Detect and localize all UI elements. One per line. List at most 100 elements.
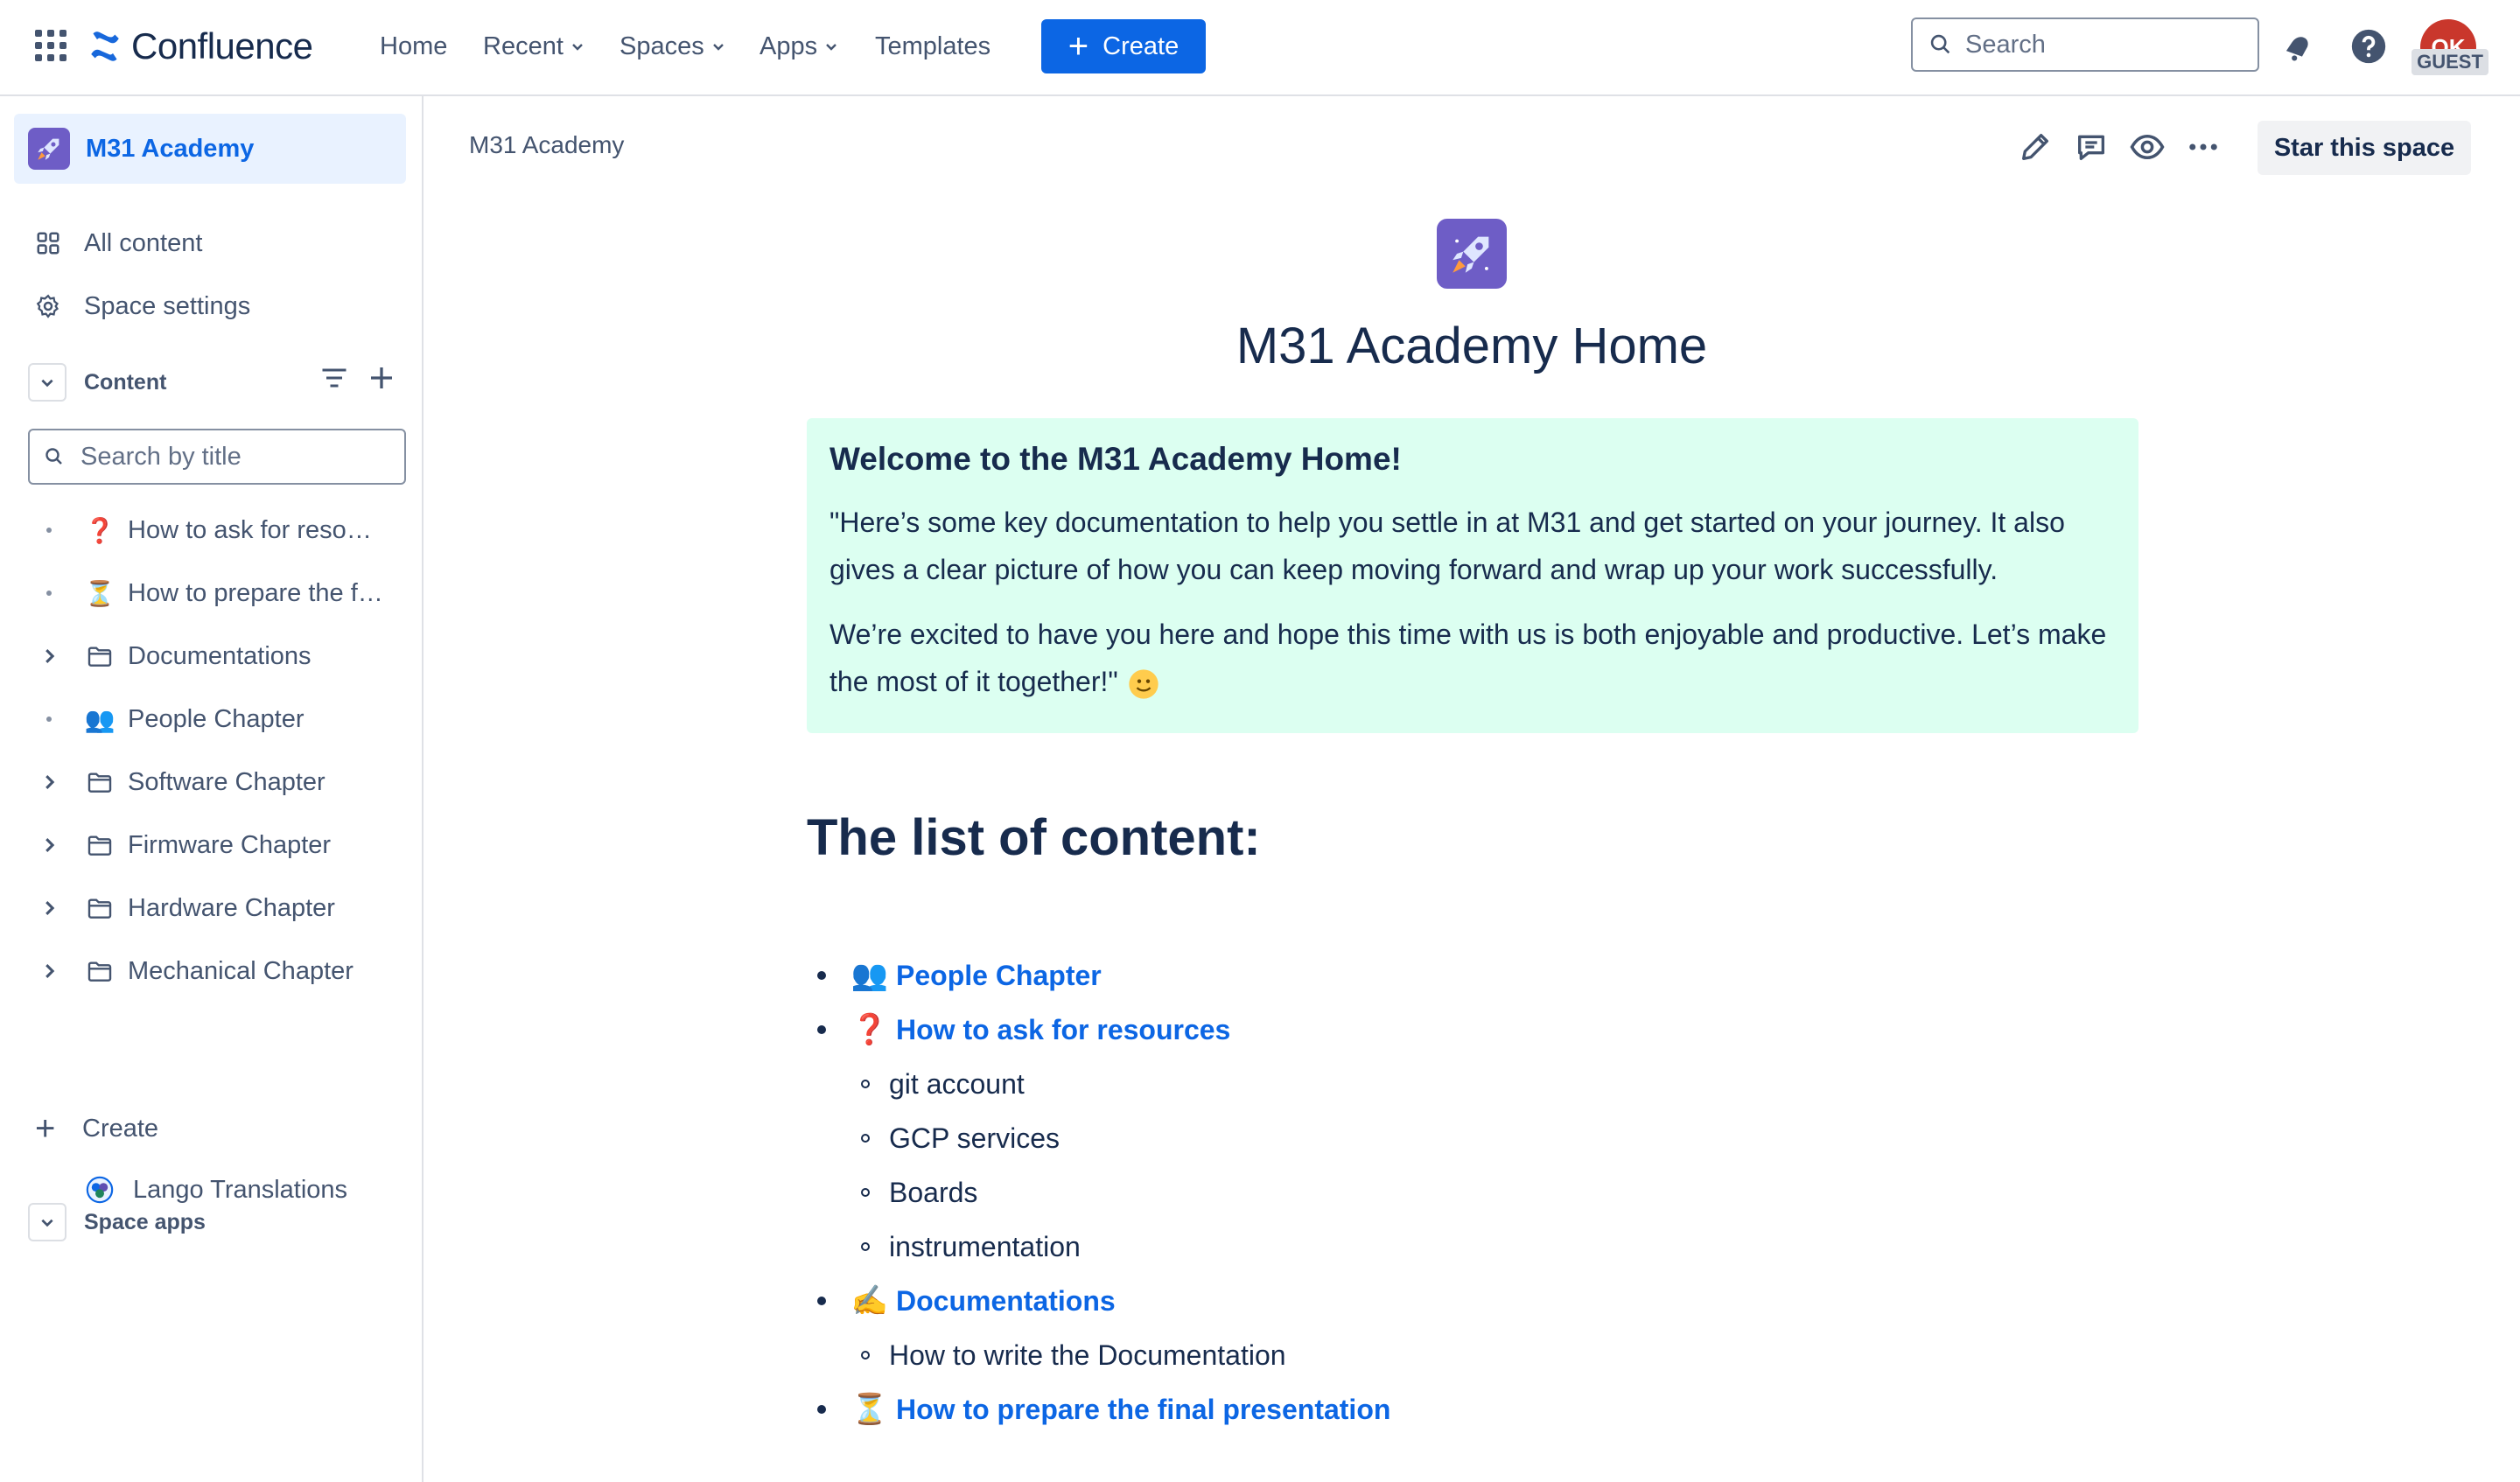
all-content-link[interactable]: All content — [35, 224, 202, 262]
space-name: M31 Academy — [86, 134, 255, 163]
breadcrumb[interactable]: M31 Academy — [469, 131, 624, 159]
list-item-text: Boards — [889, 1176, 978, 1208]
star-space-button[interactable]: Star this space — [2258, 121, 2471, 175]
top-navigation: Confluence Home Recent Spaces Apps Templ… — [0, 0, 2520, 96]
create-button-label: Create — [1102, 31, 1180, 60]
info-panel: Welcome to the M31 Academy Home! "Here’s… — [807, 418, 2138, 733]
tree-item[interactable]: ⏳ How to prepare the f… — [35, 574, 383, 612]
bullet-icon — [861, 1242, 870, 1251]
hourglass-icon: ⏳ — [84, 579, 116, 607]
list-item: instrumentation — [861, 1225, 1081, 1269]
list-item: GCP services — [861, 1116, 1060, 1160]
tree-item-label: How to prepare the f… — [128, 578, 383, 607]
tree-item[interactable]: 👥 People Chapter — [35, 700, 304, 738]
list-item: Boards — [861, 1171, 977, 1214]
folder-icon — [88, 961, 112, 982]
link-how-to-ask-for-resources[interactable]: How to ask for resources — [896, 1014, 1230, 1046]
bullet-icon — [861, 1080, 870, 1088]
panel-paragraph-1: "Here’s some key documentation to help y… — [830, 507, 2065, 585]
watch-eye-icon[interactable] — [2128, 128, 2166, 166]
tree-item[interactable]: Software Chapter — [35, 763, 326, 801]
list-item: 👥 People Chapter — [817, 954, 1102, 997]
rocket-icon — [28, 128, 70, 170]
guest-badge: GUEST — [2412, 49, 2488, 75]
writing-hand-icon: ✍️ — [850, 1284, 889, 1318]
nav-templates[interactable]: Templates — [875, 28, 990, 65]
space-apps-label: Space apps — [84, 1209, 206, 1234]
search-by-title-input[interactable]: Search by title — [28, 429, 406, 485]
more-actions-icon[interactable] — [2184, 128, 2222, 166]
tree-item-label: Mechanical Chapter — [128, 956, 354, 985]
nav-apps[interactable]: Apps — [760, 28, 838, 65]
bullet-icon — [46, 717, 52, 722]
tree-item[interactable]: ❓ How to ask for reso… — [35, 511, 372, 549]
search-input[interactable]: Search — [1911, 17, 2259, 72]
chevron-down-icon — [572, 44, 583, 51]
list-item-text: GCP services — [889, 1122, 1060, 1154]
tree-item-label: People Chapter — [128, 704, 304, 733]
panel-heading: Welcome to the M31 Academy Home! — [830, 441, 1402, 477]
bullet-icon — [46, 591, 52, 596]
chevron-down-icon — [712, 44, 724, 51]
confluence-logo[interactable]: Confluence — [89, 24, 313, 68]
edit-pencil-icon[interactable] — [2016, 128, 2054, 166]
tree-item-label: Hardware Chapter — [128, 893, 335, 922]
folder-icon — [88, 647, 112, 667]
bullet-icon — [46, 528, 52, 533]
sidebar-create-button[interactable]: + Create — [35, 1111, 158, 1146]
notifications-bell-icon[interactable] — [2278, 26, 2319, 66]
tree-item[interactable]: Documentations — [35, 637, 312, 675]
chevron-right-icon[interactable] — [39, 961, 59, 981]
tree-item-label: How to ask for reso… — [128, 515, 372, 544]
hourglass-icon: ⏳ — [850, 1393, 889, 1426]
list-item: ⏳ How to prepare the final presentation — [817, 1388, 1390, 1431]
tree-item-label: Software Chapter — [128, 767, 326, 796]
product-name: Confluence — [131, 25, 313, 66]
list-item: ❓ How to ask for resources — [817, 1008, 1230, 1052]
search-icon — [1930, 34, 1950, 54]
grid-icon — [37, 232, 60, 255]
list-item-text: instrumentation — [889, 1230, 1081, 1262]
link-people-chapter[interactable]: People Chapter — [896, 960, 1102, 992]
folder-icon — [88, 772, 112, 793]
nav-home-label: Home — [380, 31, 448, 60]
panel-paragraph-2-text: We’re excited to have you here and hope … — [830, 619, 2107, 697]
chevron-down-icon[interactable] — [28, 1203, 66, 1241]
people-icon: 👥 — [850, 959, 889, 992]
nav-home[interactable]: Home — [380, 28, 447, 65]
question-mark-icon: ❓ — [84, 516, 116, 544]
tree-item-label: Documentations — [128, 641, 312, 670]
tree-item[interactable]: Mechanical Chapter — [35, 952, 354, 990]
comment-icon[interactable] — [2072, 128, 2110, 166]
tree-item-label: Firmware Chapter — [128, 830, 332, 859]
help-icon[interactable] — [2348, 26, 2389, 66]
list-item-text: git account — [889, 1067, 1025, 1100]
sidebar-create-label: Create — [82, 1114, 159, 1143]
space-header[interactable]: M31 Academy — [14, 114, 406, 184]
app-switcher-icon[interactable] — [35, 30, 66, 61]
create-button[interactable]: + Create — [1041, 19, 1206, 73]
nav-recent[interactable]: Recent — [483, 28, 584, 65]
chevron-right-icon[interactable] — [39, 772, 59, 792]
link-documentations[interactable]: Documentations — [896, 1285, 1116, 1318]
chevron-right-icon[interactable] — [39, 898, 59, 918]
sidebar-app-lango-translations[interactable]: Lango Translations — [84, 1171, 347, 1209]
chevron-right-icon[interactable] — [39, 835, 59, 855]
list-item: git account — [861, 1062, 1025, 1106]
list-item: How to write the Documentation — [861, 1333, 1286, 1377]
confluence-logo-icon — [91, 31, 119, 61]
search-icon — [46, 448, 62, 465]
nav-spaces[interactable]: Spaces — [620, 28, 725, 65]
bullet-icon — [861, 1134, 870, 1143]
bullet-icon — [817, 1025, 826, 1034]
list-item: ✍️ Documentations — [817, 1279, 1116, 1323]
nav-templates-label: Templates — [875, 31, 991, 60]
tree-item[interactable]: Hardware Chapter — [35, 889, 335, 927]
panel-paragraph-2: We’re excited to have you here and hope … — [830, 611, 2116, 705]
chevron-right-icon[interactable] — [39, 647, 59, 666]
bullet-icon — [861, 1351, 870, 1360]
link-how-to-prepare-final-presentation[interactable]: How to prepare the final presentation — [896, 1394, 1390, 1426]
bullet-icon — [861, 1188, 870, 1197]
nav-recent-label: Recent — [483, 31, 564, 60]
tree-item[interactable]: Firmware Chapter — [35, 826, 331, 864]
